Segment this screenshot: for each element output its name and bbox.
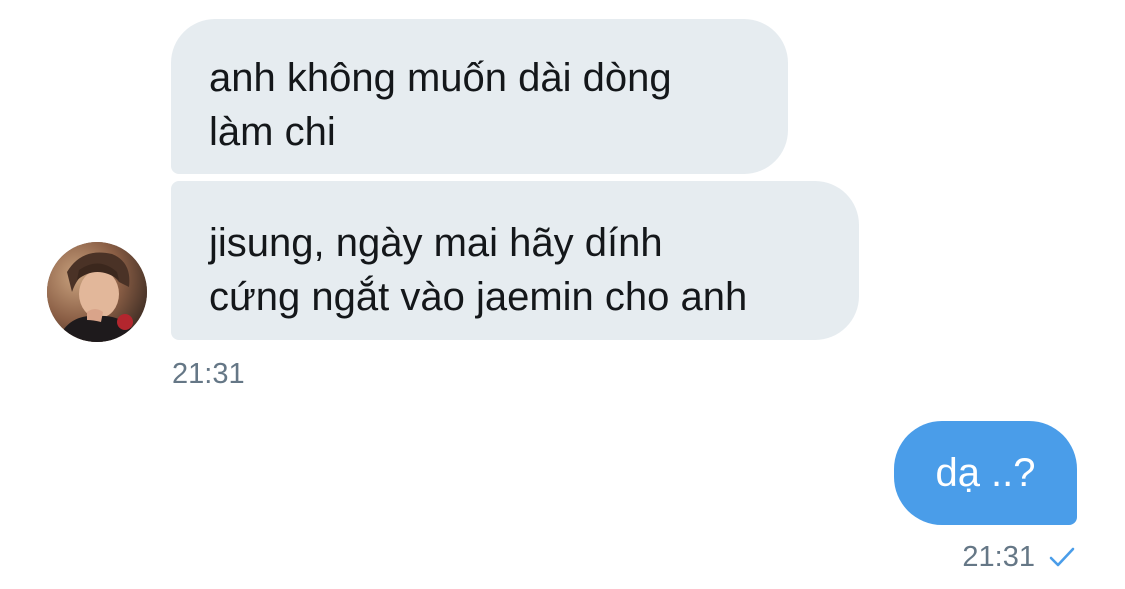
outgoing-message-bubble[interactable]: dạ ..? [894,421,1077,525]
user-avatar-photo-icon [47,242,147,342]
outgoing-timestamp: 21:31 [962,541,1035,573]
sender-avatar[interactable] [47,242,147,342]
incoming-message-bubble[interactable]: anh không muốn dài dòng làm chi [171,19,788,174]
incoming-message-bubble[interactable]: jisung, ngày mai hãy dính cứng ngắt vào … [171,181,859,340]
incoming-timestamp: 21:31 [172,358,245,390]
check-icon [1049,547,1075,567]
outgoing-meta: 21:31 [962,540,1077,574]
